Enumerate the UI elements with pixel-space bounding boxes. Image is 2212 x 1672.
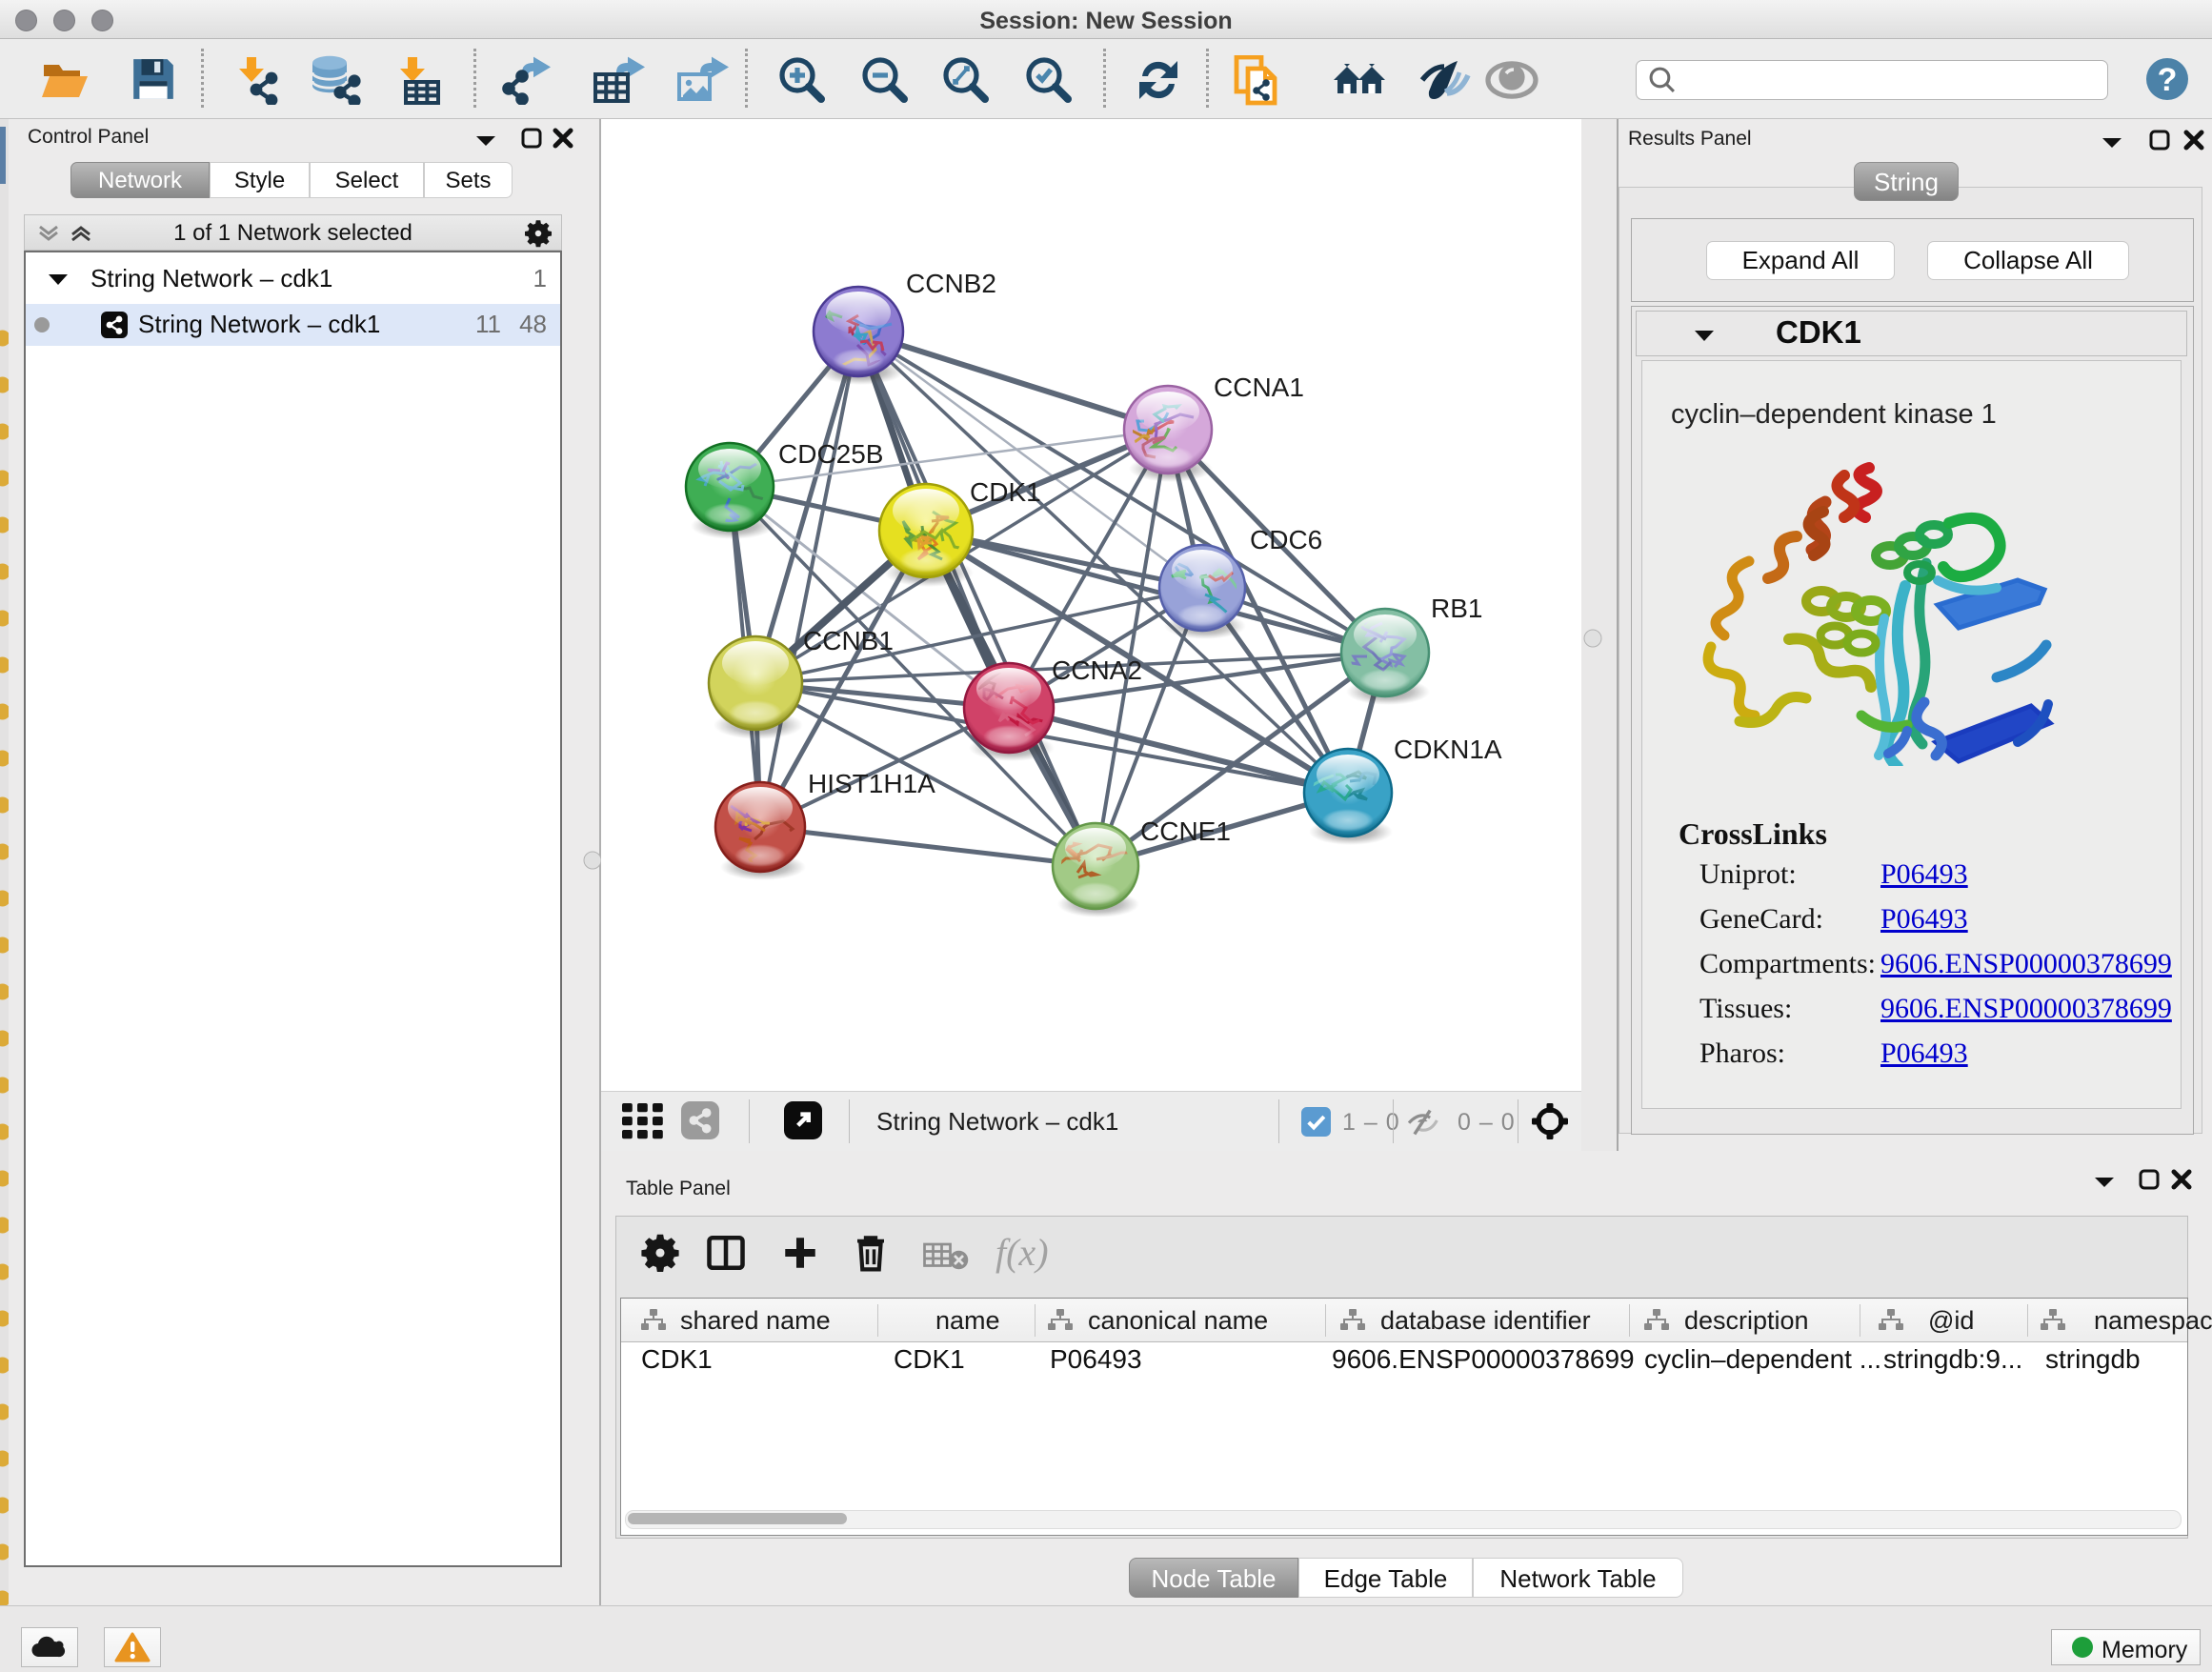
svg-text:RB1: RB1 <box>1431 594 1482 623</box>
svg-text:HIST1H1A: HIST1H1A <box>808 769 935 798</box>
svg-text:CDC6: CDC6 <box>1250 525 1322 554</box>
svg-text:CCNA1: CCNA1 <box>1214 373 1304 402</box>
svg-text:CDK1: CDK1 <box>970 477 1041 507</box>
svg-text:CDC25B: CDC25B <box>778 439 883 469</box>
svg-text:CCNE1: CCNE1 <box>1140 816 1231 846</box>
svg-text:CDKN1A: CDKN1A <box>1394 735 1502 764</box>
svg-text:CCNB2: CCNB2 <box>906 269 996 298</box>
svg-text:CCNA2: CCNA2 <box>1052 655 1142 685</box>
svg-text:CCNB1: CCNB1 <box>803 626 894 655</box>
svg-text:?: ? <box>2158 62 2178 98</box>
